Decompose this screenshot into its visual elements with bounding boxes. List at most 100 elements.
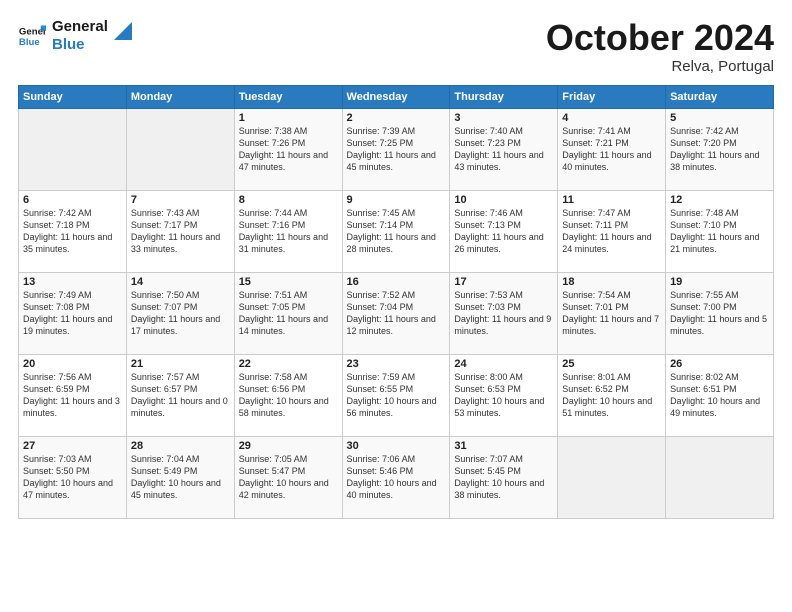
day-cell: 16Sunrise: 7:52 AMSunset: 7:04 PMDayligh… — [342, 272, 450, 354]
weekday-header-sunday: Sunday — [19, 85, 127, 108]
day-number: 29 — [239, 440, 338, 452]
weekday-header-monday: Monday — [126, 85, 234, 108]
day-number: 30 — [347, 440, 446, 452]
day-cell: 8Sunrise: 7:44 AMSunset: 7:16 PMDaylight… — [234, 190, 342, 272]
day-info: Sunrise: 7:51 AMSunset: 7:05 PMDaylight:… — [239, 289, 338, 338]
week-row-5: 27Sunrise: 7:03 AMSunset: 5:50 PMDayligh… — [19, 436, 774, 518]
day-info: Sunrise: 7:49 AMSunset: 7:08 PMDaylight:… — [23, 289, 122, 338]
day-info: Sunrise: 7:07 AMSunset: 5:45 PMDaylight:… — [454, 453, 553, 502]
day-number: 13 — [23, 276, 122, 288]
day-info: Sunrise: 7:48 AMSunset: 7:10 PMDaylight:… — [670, 207, 769, 256]
week-row-2: 6Sunrise: 7:42 AMSunset: 7:18 PMDaylight… — [19, 190, 774, 272]
weekday-header-thursday: Thursday — [450, 85, 558, 108]
day-cell: 5Sunrise: 7:42 AMSunset: 7:20 PMDaylight… — [666, 108, 774, 190]
day-cell: 30Sunrise: 7:06 AMSunset: 5:46 PMDayligh… — [342, 436, 450, 518]
calendar-table: SundayMondayTuesdayWednesdayThursdayFrid… — [18, 85, 774, 519]
day-number: 1 — [239, 112, 338, 124]
logo: General Blue General Blue — [18, 18, 132, 54]
day-number: 14 — [131, 276, 230, 288]
day-number: 8 — [239, 194, 338, 206]
day-number: 5 — [670, 112, 769, 124]
day-number: 17 — [454, 276, 553, 288]
logo-icon: General Blue — [18, 22, 46, 50]
weekday-header-friday: Friday — [558, 85, 666, 108]
logo-triangle-icon — [114, 22, 132, 40]
day-info: Sunrise: 8:02 AMSunset: 6:51 PMDaylight:… — [670, 371, 769, 420]
day-info: Sunrise: 7:05 AMSunset: 5:47 PMDaylight:… — [239, 453, 338, 502]
day-cell — [666, 436, 774, 518]
day-cell: 10Sunrise: 7:46 AMSunset: 7:13 PMDayligh… — [450, 190, 558, 272]
day-cell: 22Sunrise: 7:58 AMSunset: 6:56 PMDayligh… — [234, 354, 342, 436]
day-number: 11 — [562, 194, 661, 206]
day-cell: 2Sunrise: 7:39 AMSunset: 7:25 PMDaylight… — [342, 108, 450, 190]
day-cell: 31Sunrise: 7:07 AMSunset: 5:45 PMDayligh… — [450, 436, 558, 518]
day-cell: 27Sunrise: 7:03 AMSunset: 5:50 PMDayligh… — [19, 436, 127, 518]
day-info: Sunrise: 7:50 AMSunset: 7:07 PMDaylight:… — [131, 289, 230, 338]
day-info: Sunrise: 7:41 AMSunset: 7:21 PMDaylight:… — [562, 125, 661, 174]
week-row-3: 13Sunrise: 7:49 AMSunset: 7:08 PMDayligh… — [19, 272, 774, 354]
day-number: 10 — [454, 194, 553, 206]
day-cell — [126, 108, 234, 190]
day-number: 28 — [131, 440, 230, 452]
calendar-page: General Blue General Blue October 2024 R… — [0, 0, 792, 612]
svg-text:Blue: Blue — [19, 37, 40, 48]
week-row-4: 20Sunrise: 7:56 AMSunset: 6:59 PMDayligh… — [19, 354, 774, 436]
day-cell: 14Sunrise: 7:50 AMSunset: 7:07 PMDayligh… — [126, 272, 234, 354]
day-cell: 21Sunrise: 7:57 AMSunset: 6:57 PMDayligh… — [126, 354, 234, 436]
day-info: Sunrise: 7:56 AMSunset: 6:59 PMDaylight:… — [23, 371, 122, 420]
day-cell: 6Sunrise: 7:42 AMSunset: 7:18 PMDaylight… — [19, 190, 127, 272]
week-row-1: 1Sunrise: 7:38 AMSunset: 7:26 PMDaylight… — [19, 108, 774, 190]
day-number: 3 — [454, 112, 553, 124]
day-cell: 17Sunrise: 7:53 AMSunset: 7:03 PMDayligh… — [450, 272, 558, 354]
day-cell: 23Sunrise: 7:59 AMSunset: 6:55 PMDayligh… — [342, 354, 450, 436]
day-info: Sunrise: 7:04 AMSunset: 5:49 PMDaylight:… — [131, 453, 230, 502]
day-info: Sunrise: 7:42 AMSunset: 7:18 PMDaylight:… — [23, 207, 122, 256]
location: Relva, Portugal — [546, 58, 774, 75]
title-block: October 2024 Relva, Portugal — [546, 18, 774, 75]
day-cell: 12Sunrise: 7:48 AMSunset: 7:10 PMDayligh… — [666, 190, 774, 272]
day-number: 21 — [131, 358, 230, 370]
logo-blue: Blue — [52, 36, 108, 54]
day-cell: 18Sunrise: 7:54 AMSunset: 7:01 PMDayligh… — [558, 272, 666, 354]
day-cell: 25Sunrise: 8:01 AMSunset: 6:52 PMDayligh… — [558, 354, 666, 436]
day-cell: 11Sunrise: 7:47 AMSunset: 7:11 PMDayligh… — [558, 190, 666, 272]
day-number: 2 — [347, 112, 446, 124]
day-cell: 3Sunrise: 7:40 AMSunset: 7:23 PMDaylight… — [450, 108, 558, 190]
day-cell: 28Sunrise: 7:04 AMSunset: 5:49 PMDayligh… — [126, 436, 234, 518]
day-info: Sunrise: 7:58 AMSunset: 6:56 PMDaylight:… — [239, 371, 338, 420]
day-cell: 19Sunrise: 7:55 AMSunset: 7:00 PMDayligh… — [666, 272, 774, 354]
day-number: 31 — [454, 440, 553, 452]
day-number: 18 — [562, 276, 661, 288]
logo-general: General — [52, 18, 108, 36]
day-number: 6 — [23, 194, 122, 206]
day-info: Sunrise: 8:01 AMSunset: 6:52 PMDaylight:… — [562, 371, 661, 420]
day-info: Sunrise: 7:40 AMSunset: 7:23 PMDaylight:… — [454, 125, 553, 174]
day-info: Sunrise: 7:46 AMSunset: 7:13 PMDaylight:… — [454, 207, 553, 256]
day-number: 20 — [23, 358, 122, 370]
day-info: Sunrise: 7:39 AMSunset: 7:25 PMDaylight:… — [347, 125, 446, 174]
day-info: Sunrise: 7:43 AMSunset: 7:17 PMDaylight:… — [131, 207, 230, 256]
header-row: SundayMondayTuesdayWednesdayThursdayFrid… — [19, 85, 774, 108]
day-number: 22 — [239, 358, 338, 370]
day-cell: 1Sunrise: 7:38 AMSunset: 7:26 PMDaylight… — [234, 108, 342, 190]
day-cell: 26Sunrise: 8:02 AMSunset: 6:51 PMDayligh… — [666, 354, 774, 436]
day-cell: 7Sunrise: 7:43 AMSunset: 7:17 PMDaylight… — [126, 190, 234, 272]
day-number: 7 — [131, 194, 230, 206]
day-info: Sunrise: 8:00 AMSunset: 6:53 PMDaylight:… — [454, 371, 553, 420]
day-info: Sunrise: 7:54 AMSunset: 7:01 PMDaylight:… — [562, 289, 661, 338]
day-number: 25 — [562, 358, 661, 370]
day-cell: 13Sunrise: 7:49 AMSunset: 7:08 PMDayligh… — [19, 272, 127, 354]
day-number: 23 — [347, 358, 446, 370]
weekday-header-wednesday: Wednesday — [342, 85, 450, 108]
day-info: Sunrise: 7:44 AMSunset: 7:16 PMDaylight:… — [239, 207, 338, 256]
day-number: 26 — [670, 358, 769, 370]
day-info: Sunrise: 7:47 AMSunset: 7:11 PMDaylight:… — [562, 207, 661, 256]
day-info: Sunrise: 7:59 AMSunset: 6:55 PMDaylight:… — [347, 371, 446, 420]
day-number: 12 — [670, 194, 769, 206]
day-info: Sunrise: 7:03 AMSunset: 5:50 PMDaylight:… — [23, 453, 122, 502]
day-cell: 4Sunrise: 7:41 AMSunset: 7:21 PMDaylight… — [558, 108, 666, 190]
day-info: Sunrise: 7:52 AMSunset: 7:04 PMDaylight:… — [347, 289, 446, 338]
day-cell: 9Sunrise: 7:45 AMSunset: 7:14 PMDaylight… — [342, 190, 450, 272]
weekday-header-saturday: Saturday — [666, 85, 774, 108]
day-info: Sunrise: 7:57 AMSunset: 6:57 PMDaylight:… — [131, 371, 230, 420]
